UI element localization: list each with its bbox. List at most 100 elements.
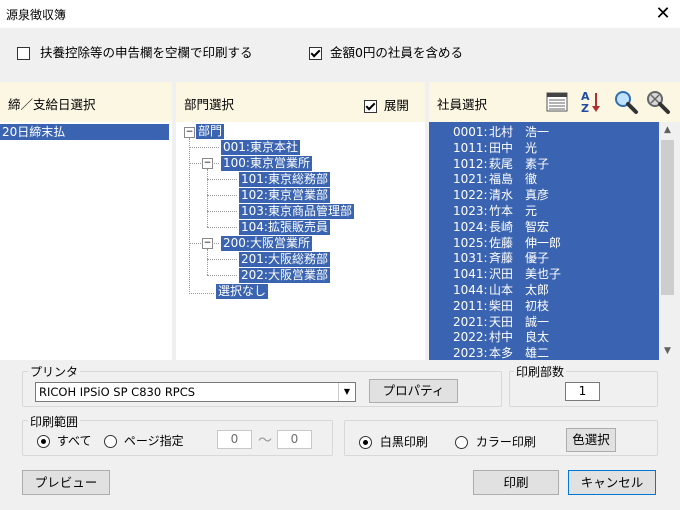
- print-button[interactable]: 印刷: [473, 470, 559, 495]
- tree-line: [207, 249, 208, 275]
- employee-row[interactable]: 1021: 福島 徹: [429, 171, 659, 187]
- printer-select[interactable]: RICOH IPSiO SP C830 RPCS ▼: [35, 382, 356, 402]
- tree-line: [207, 179, 237, 180]
- include-zero-checkbox[interactable]: [309, 47, 322, 60]
- color-select-button[interactable]: 色選択: [566, 428, 616, 452]
- employee-code: 2021:: [453, 314, 488, 329]
- tree-node-202[interactable]: 202:大阪営業部: [239, 268, 330, 283]
- employee-row[interactable]: 2011: 柴田 初枝: [429, 298, 659, 314]
- tree-line: [189, 147, 219, 148]
- employee-name: 村中 良太: [489, 330, 550, 345]
- employee-code: 1044:: [453, 283, 488, 297]
- tree-node-200[interactable]: 200:大阪営業所: [221, 236, 312, 251]
- page-to-input[interactable]: 0: [277, 430, 312, 449]
- range-separator: 〜: [258, 433, 272, 449]
- range-pages-option[interactable]: ページ指定: [104, 432, 184, 449]
- sort-az-icon[interactable]: A Z: [580, 89, 602, 115]
- employee-row[interactable]: 1041: 沢田 美也子: [429, 266, 659, 282]
- employee-name: 北村 浩一: [489, 125, 550, 139]
- employee-name: 清水 真彦: [489, 188, 550, 203]
- employee-code: 2023:: [453, 346, 488, 360]
- employee-name: 山本 太郎: [489, 283, 550, 297]
- employee-row[interactable]: 1012: 萩尾 素子: [429, 156, 659, 172]
- emp-scrollbar[interactable]: ▲ ▼: [659, 122, 676, 360]
- employee-name: 長崎 智宏: [489, 219, 550, 234]
- dept-tree[interactable]: − 部門 001:東京本社 − 100:東京営業所 101:東京総務部 102:…: [176, 122, 425, 360]
- employee-row[interactable]: 0001: 北村 浩一: [429, 124, 659, 140]
- employee-name: 佐藤 伸一郎: [489, 235, 562, 250]
- search-icon[interactable]: [613, 89, 639, 115]
- closing-item[interactable]: 20日締末払: [0, 124, 169, 140]
- tree-node-201[interactable]: 201:大阪総務部: [239, 252, 330, 267]
- print-blank-option[interactable]: 扶養控除等の申告欄を空欄で印刷する: [17, 42, 253, 61]
- employee-row[interactable]: 1022: 清水 真彦: [429, 187, 659, 203]
- emp-list[interactable]: 0001: 北村 浩一 1011: 田中 光 1012: 萩尾 素子 1021: 福島 徹 10…: [429, 122, 659, 360]
- print-blank-checkbox[interactable]: [17, 47, 30, 60]
- employee-code: 1022:: [453, 188, 488, 203]
- range-pages-radio[interactable]: [104, 435, 117, 448]
- employee-name: 斉藤 優子: [489, 251, 550, 266]
- employee-row[interactable]: 1023: 竹本 元: [429, 203, 659, 219]
- tree-node-103[interactable]: 103:東京商品管理部: [239, 204, 354, 219]
- tree-line: [212, 163, 219, 164]
- employee-code: 1011:: [453, 140, 488, 155]
- collapse-icon[interactable]: −: [184, 127, 195, 138]
- closing-list[interactable]: 20日締末払: [0, 122, 172, 360]
- employee-row[interactable]: 2021: 天田 誠一: [429, 314, 659, 330]
- include-zero-option[interactable]: 金額0円の社員を含める: [309, 42, 463, 61]
- expand-checkbox[interactable]: [364, 100, 377, 113]
- expand-toggle[interactable]: 展開: [364, 95, 409, 114]
- employee-name: 柴田 初枝: [489, 298, 550, 313]
- copies-input[interactable]: 1: [565, 382, 600, 401]
- closing-pane-header: 締／支給日選択: [0, 82, 172, 122]
- printer-group-label: プリンタ: [28, 363, 81, 380]
- employee-row[interactable]: 1031: 斉藤 優子: [429, 250, 659, 266]
- range-all-label: すべて: [56, 434, 92, 448]
- properties-button[interactable]: プロパティ: [369, 379, 458, 403]
- employee-code: 1031:: [453, 251, 488, 266]
- range-all-option[interactable]: すべて: [37, 432, 92, 449]
- printer-selected: RICOH IPSiO SP C830 RPCS: [39, 385, 196, 399]
- color-radio[interactable]: [455, 436, 468, 449]
- search-settings-icon[interactable]: [645, 89, 671, 115]
- tree-node-102[interactable]: 102:東京営業部: [239, 188, 330, 203]
- mono-label: 白黒印刷: [379, 435, 428, 449]
- tree-line: [207, 195, 237, 196]
- tree-line: [207, 169, 208, 227]
- tree-node-101[interactable]: 101:東京総務部: [239, 172, 330, 187]
- close-icon[interactable]: ✕: [650, 2, 676, 26]
- employee-name: 竹本 元: [489, 204, 538, 218]
- tree-line: [207, 227, 237, 228]
- cancel-button[interactable]: キャンセル: [568, 470, 656, 495]
- title-bar: [0, 0, 680, 28]
- employee-row[interactable]: 1011: 田中 光: [429, 140, 659, 156]
- mono-option[interactable]: 白黒印刷: [359, 433, 428, 450]
- tree-line: [189, 163, 201, 164]
- window-title: 源泉徴収簿: [6, 8, 67, 22]
- page-from-input[interactable]: 0: [217, 430, 252, 449]
- tree-node-104[interactable]: 104:拡張販売員: [239, 220, 330, 235]
- print-blank-label: 扶養控除等の申告欄を空欄で印刷する: [39, 45, 253, 60]
- tree-node-none[interactable]: 選択なし: [216, 284, 269, 299]
- employee-row[interactable]: 2022: 村中 良太: [429, 329, 659, 345]
- mono-radio[interactable]: [359, 436, 372, 449]
- closing-pane-title: 締／支給日選択: [8, 97, 96, 112]
- preview-button[interactable]: プレビュー: [22, 470, 110, 495]
- chevron-down-icon[interactable]: ▼: [338, 383, 355, 401]
- tree-line: [189, 293, 214, 294]
- employee-row[interactable]: 2023: 本多 雄二: [429, 345, 659, 360]
- employee-row[interactable]: 1025: 佐藤 伸一郎: [429, 235, 659, 251]
- list-view-icon[interactable]: [546, 92, 568, 112]
- scroll-down-icon[interactable]: ▼: [659, 343, 676, 360]
- color-option[interactable]: カラー印刷: [455, 433, 536, 450]
- employee-name: 田中 光: [489, 140, 538, 155]
- tree-node-100[interactable]: 100:東京営業所: [221, 156, 312, 171]
- scroll-thumb[interactable]: [661, 140, 674, 295]
- tree-node-001[interactable]: 001:東京本社: [221, 140, 300, 155]
- scroll-up-icon[interactable]: ▲: [659, 122, 676, 139]
- range-all-radio[interactable]: [37, 435, 50, 448]
- tree-node-root[interactable]: 部門: [196, 124, 225, 139]
- employee-row[interactable]: 1024: 長崎 智宏: [429, 219, 659, 235]
- dept-pane-title: 部門選択: [184, 97, 235, 112]
- employee-row[interactable]: 1044: 山本 太郎: [429, 282, 659, 298]
